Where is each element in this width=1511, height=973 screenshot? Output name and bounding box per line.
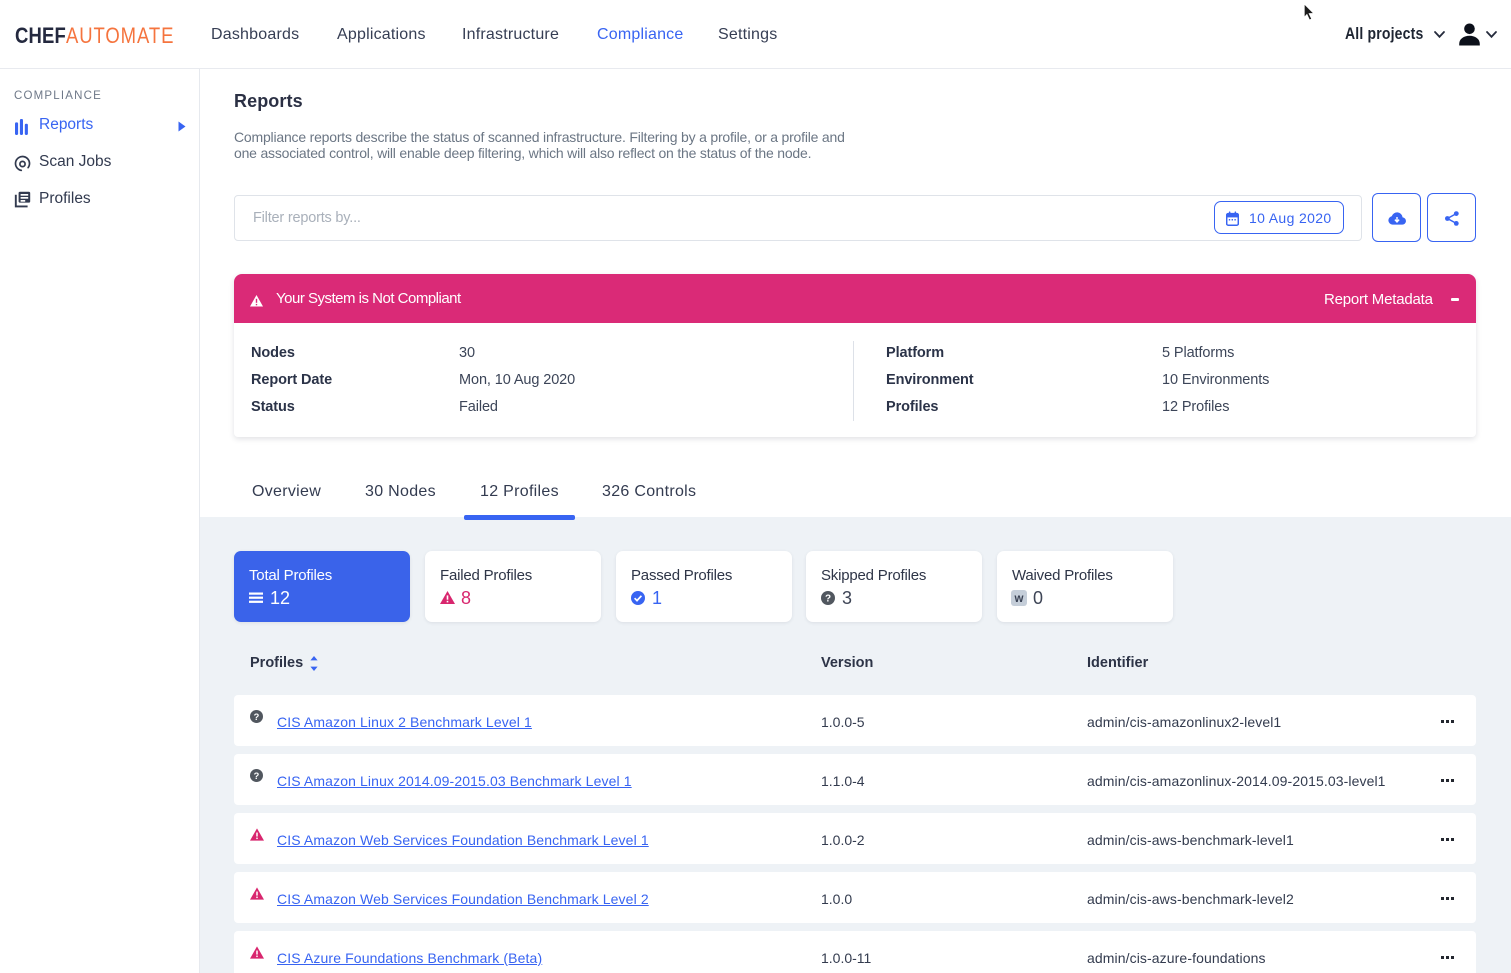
svg-text:?: ?: [254, 771, 260, 781]
svg-text:?: ?: [825, 594, 831, 605]
svg-text:w: w: [1014, 593, 1024, 605]
svg-text:?: ?: [254, 712, 260, 722]
